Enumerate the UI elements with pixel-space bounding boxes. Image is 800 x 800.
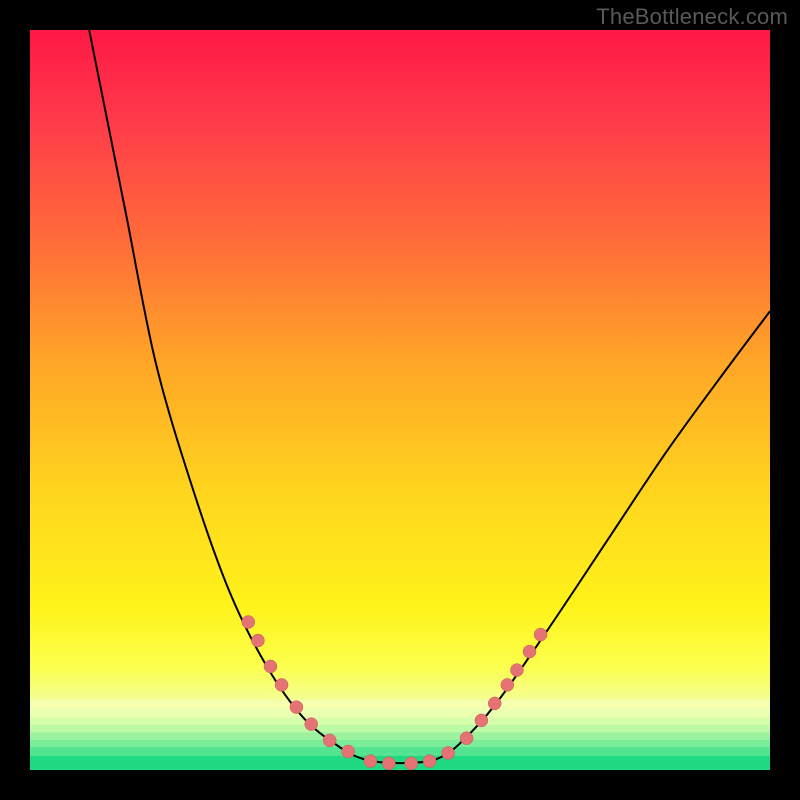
data-marker [501, 678, 514, 691]
data-marker [523, 645, 536, 658]
watermark-text: TheBottleneck.com [596, 4, 788, 30]
data-marker [364, 755, 377, 768]
data-marker [382, 757, 395, 770]
data-marker [242, 616, 255, 629]
data-marker [534, 628, 547, 641]
data-marker [460, 732, 473, 745]
chart-svg [30, 30, 770, 770]
data-marker [251, 634, 264, 647]
data-marker [475, 714, 488, 727]
data-marker [342, 745, 355, 758]
data-marker [405, 757, 418, 770]
chart-container: TheBottleneck.com [0, 0, 800, 800]
data-marker [275, 678, 288, 691]
data-marker [323, 734, 336, 747]
data-marker [510, 664, 523, 677]
data-marker [290, 701, 303, 714]
plot-area [30, 30, 770, 770]
bottom-bands [30, 700, 770, 770]
data-marker [423, 755, 436, 768]
data-marker [488, 697, 501, 710]
data-marker [305, 718, 318, 731]
data-marker [264, 660, 277, 673]
data-marker [442, 746, 455, 759]
gradient-background [30, 30, 770, 770]
